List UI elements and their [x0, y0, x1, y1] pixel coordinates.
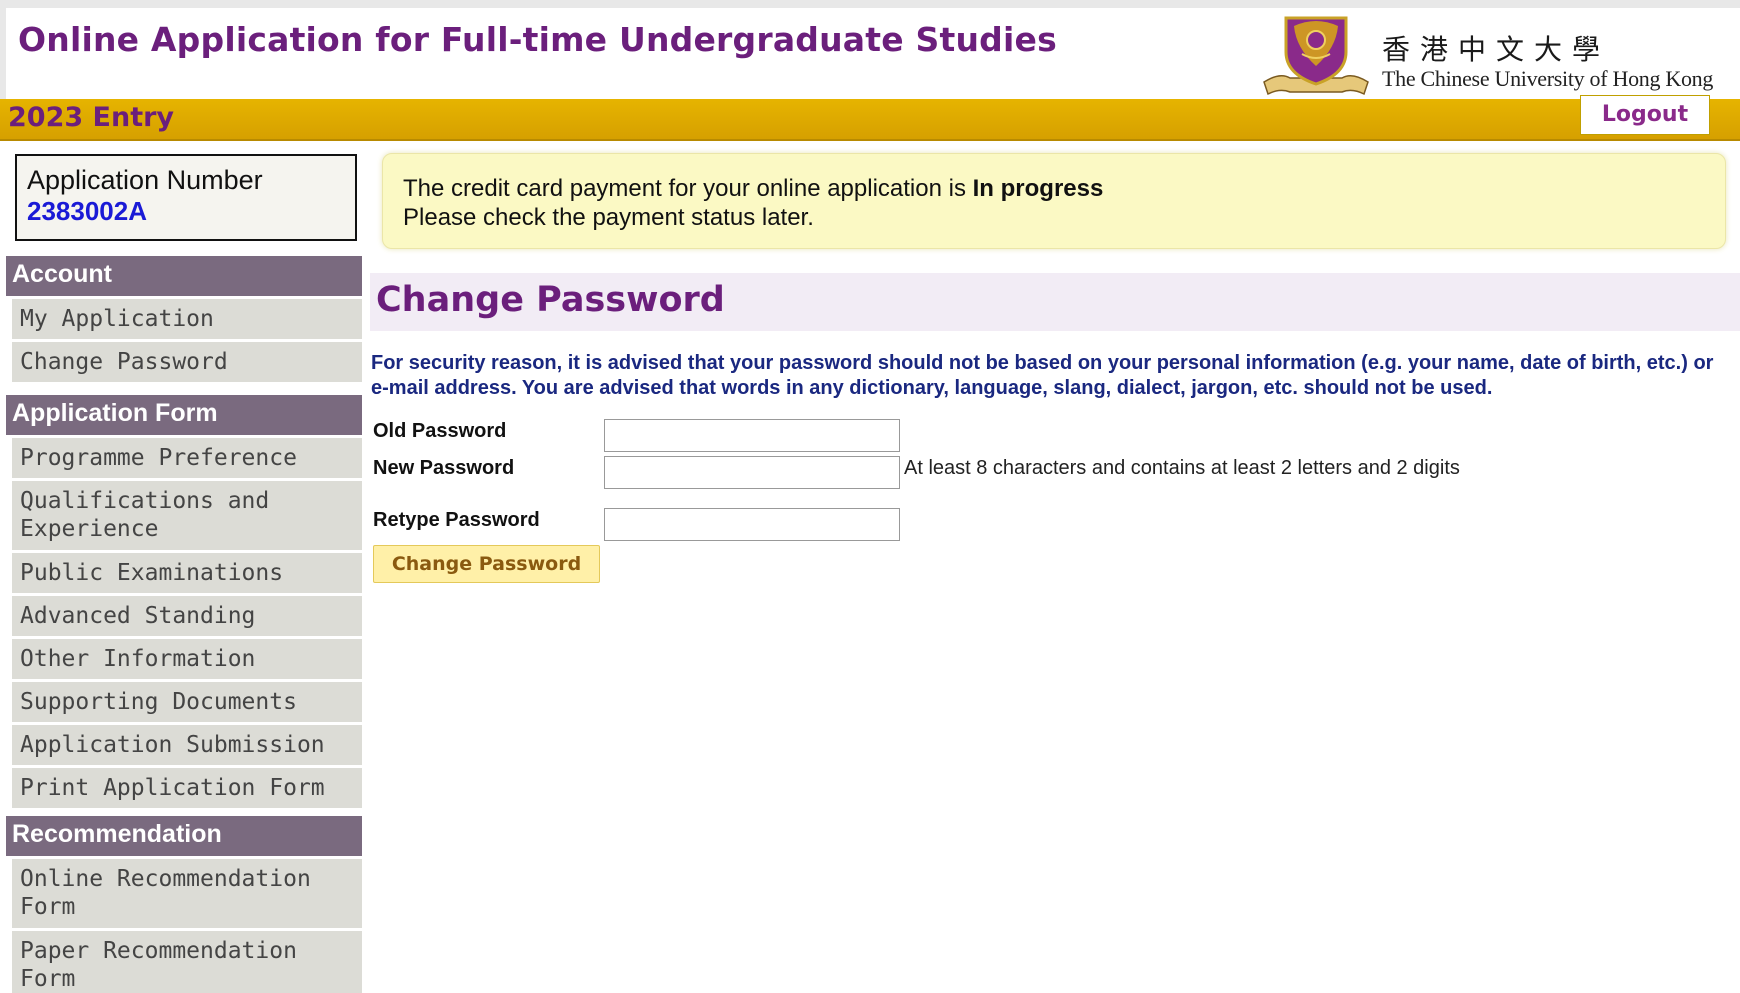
sidebar-item-supporting-documents[interactable]: Supporting Documents	[12, 682, 362, 722]
sidebar-item-change-password[interactable]: Change Password	[12, 342, 362, 382]
application-number-label: Application Number	[27, 165, 263, 195]
page-header: Online Application for Full-time Undergr…	[0, 0, 1740, 99]
new-password-label: New Password	[373, 457, 515, 479]
sidebar-item-online-recommendation-form[interactable]: Online Recommendation Form	[12, 859, 362, 928]
payment-status-notice: The credit card payment for your online …	[382, 153, 1726, 249]
application-number-box: Application Number 2383002A	[15, 154, 357, 241]
nav-section-account: Account	[6, 256, 362, 296]
sidebar-item-my-application[interactable]: My Application	[12, 299, 362, 339]
old-password-field[interactable]	[604, 419, 900, 452]
new-password-hint: At least 8 characters and contains at le…	[904, 457, 1460, 479]
sidebar-item-advanced-standing[interactable]: Advanced Standing	[12, 596, 362, 636]
sidebar-item-application-submission[interactable]: Application Submission	[12, 725, 362, 765]
site-title: Online Application for Full-time Undergr…	[18, 20, 1057, 59]
sidebar-item-other-information[interactable]: Other Information	[12, 639, 362, 679]
university-name-chinese: 香港中文大學	[1382, 33, 1611, 66]
application-number-value: 2383002A	[27, 196, 147, 226]
sidebar-item-qualifications-experience[interactable]: Qualifications and Experience	[12, 481, 362, 550]
payment-status-value: In progress	[972, 175, 1104, 202]
entry-label: 2023 Entry	[8, 102, 175, 133]
new-password-field[interactable]	[604, 456, 900, 489]
page-title-bar: Change Password	[370, 273, 1740, 331]
security-advice-text: For security reason, it is advised that …	[371, 352, 1714, 399]
retype-password-field[interactable]	[604, 508, 900, 541]
sidebar: Application Number 2383002A Account My A…	[6, 143, 362, 993]
sidebar-item-paper-recommendation-form[interactable]: Paper Recommendation Form	[12, 931, 362, 993]
university-name-english: The Chinese University of Hong Kong	[1382, 66, 1714, 91]
logout-button[interactable]: Logout	[1580, 95, 1710, 135]
change-password-button[interactable]: Change Password	[373, 545, 600, 583]
page-title: Change Password	[376, 280, 725, 320]
sidebar-item-public-examinations[interactable]: Public Examinations	[12, 553, 362, 593]
payment-status-prefix: The credit card payment for your online …	[403, 175, 973, 202]
payment-status-instruction: Please check the payment status later.	[403, 204, 814, 231]
payment-status-line: The credit card payment for your online …	[403, 174, 1705, 203]
entry-bar: 2023 Entry	[0, 99, 1740, 141]
nav-section-application-form: Application Form	[6, 395, 362, 435]
sidebar-item-print-application-form[interactable]: Print Application Form	[12, 768, 362, 808]
old-password-label: Old Password	[373, 420, 507, 442]
sidebar-item-programme-preference[interactable]: Programme Preference	[12, 438, 362, 478]
university-crest-logo	[1263, 16, 1369, 96]
retype-password-label: Retype Password	[373, 509, 540, 531]
nav-section-recommendation: Recommendation	[6, 816, 362, 856]
